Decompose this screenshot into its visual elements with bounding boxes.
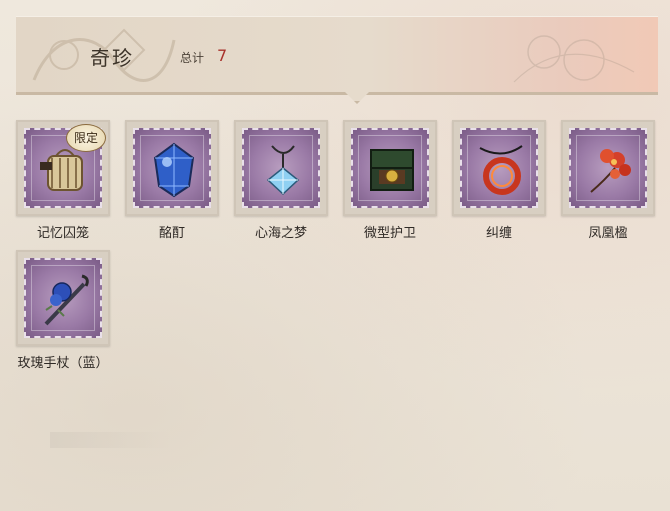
jewel-box-icon [370, 149, 414, 191]
item-frame [343, 120, 437, 216]
stamp-background [242, 128, 320, 208]
stamp-background [24, 258, 102, 338]
limited-badge: 限定 [66, 124, 106, 152]
item-frame [125, 120, 219, 216]
total-label: 总计 [180, 51, 205, 65]
item-name: 纠缠 [485, 226, 512, 241]
collection-item-memory-cage[interactable]: 限定 记忆囚笼 [15, 120, 111, 241]
flower-decoration-icon [513, 35, 635, 83]
stamp-background [569, 128, 647, 208]
blue-gem-icon [153, 142, 195, 198]
crystal-pendant-icon [266, 145, 300, 196]
watermark [50, 432, 170, 448]
red-flower-icon [590, 149, 631, 193]
collection-item-phoenix[interactable]: 凤凰楹 [560, 120, 656, 241]
collection-item-entangle[interactable]: 纠缠 [451, 120, 547, 241]
stamp-background [351, 128, 429, 208]
item-frame [16, 250, 110, 346]
collection-item-drunken[interactable]: 酩酊 [124, 120, 220, 241]
item-name: 记忆囚笼 [36, 226, 89, 241]
item-name: 微型护卫 [363, 226, 416, 241]
total-count: 7 [217, 46, 228, 65]
item-frame [452, 120, 546, 216]
item-frame: 限定 [16, 120, 110, 216]
item-frame [234, 120, 328, 216]
item-name: 酩酊 [158, 226, 185, 241]
item-name: 玫瑰手杖（蓝） [17, 356, 109, 371]
item-frame [561, 120, 655, 216]
page-title: 奇珍 [90, 46, 134, 70]
item-name: 凤凰楹 [588, 226, 628, 241]
item-name: 心海之梦 [254, 226, 307, 241]
red-coil-icon [479, 145, 523, 195]
stamp-background [460, 128, 538, 208]
collection-item-rose-cane[interactable]: 玫瑰手杖（蓝） [15, 250, 111, 371]
stamp-background [133, 128, 211, 208]
collection-item-mini-guard[interactable]: 微型护卫 [342, 120, 438, 241]
rose-cane-icon [44, 274, 89, 326]
collection-header: 奇珍 总计 7 [16, 16, 658, 104]
collection-item-heart-sea-dream[interactable]: 心海之梦 [233, 120, 329, 241]
